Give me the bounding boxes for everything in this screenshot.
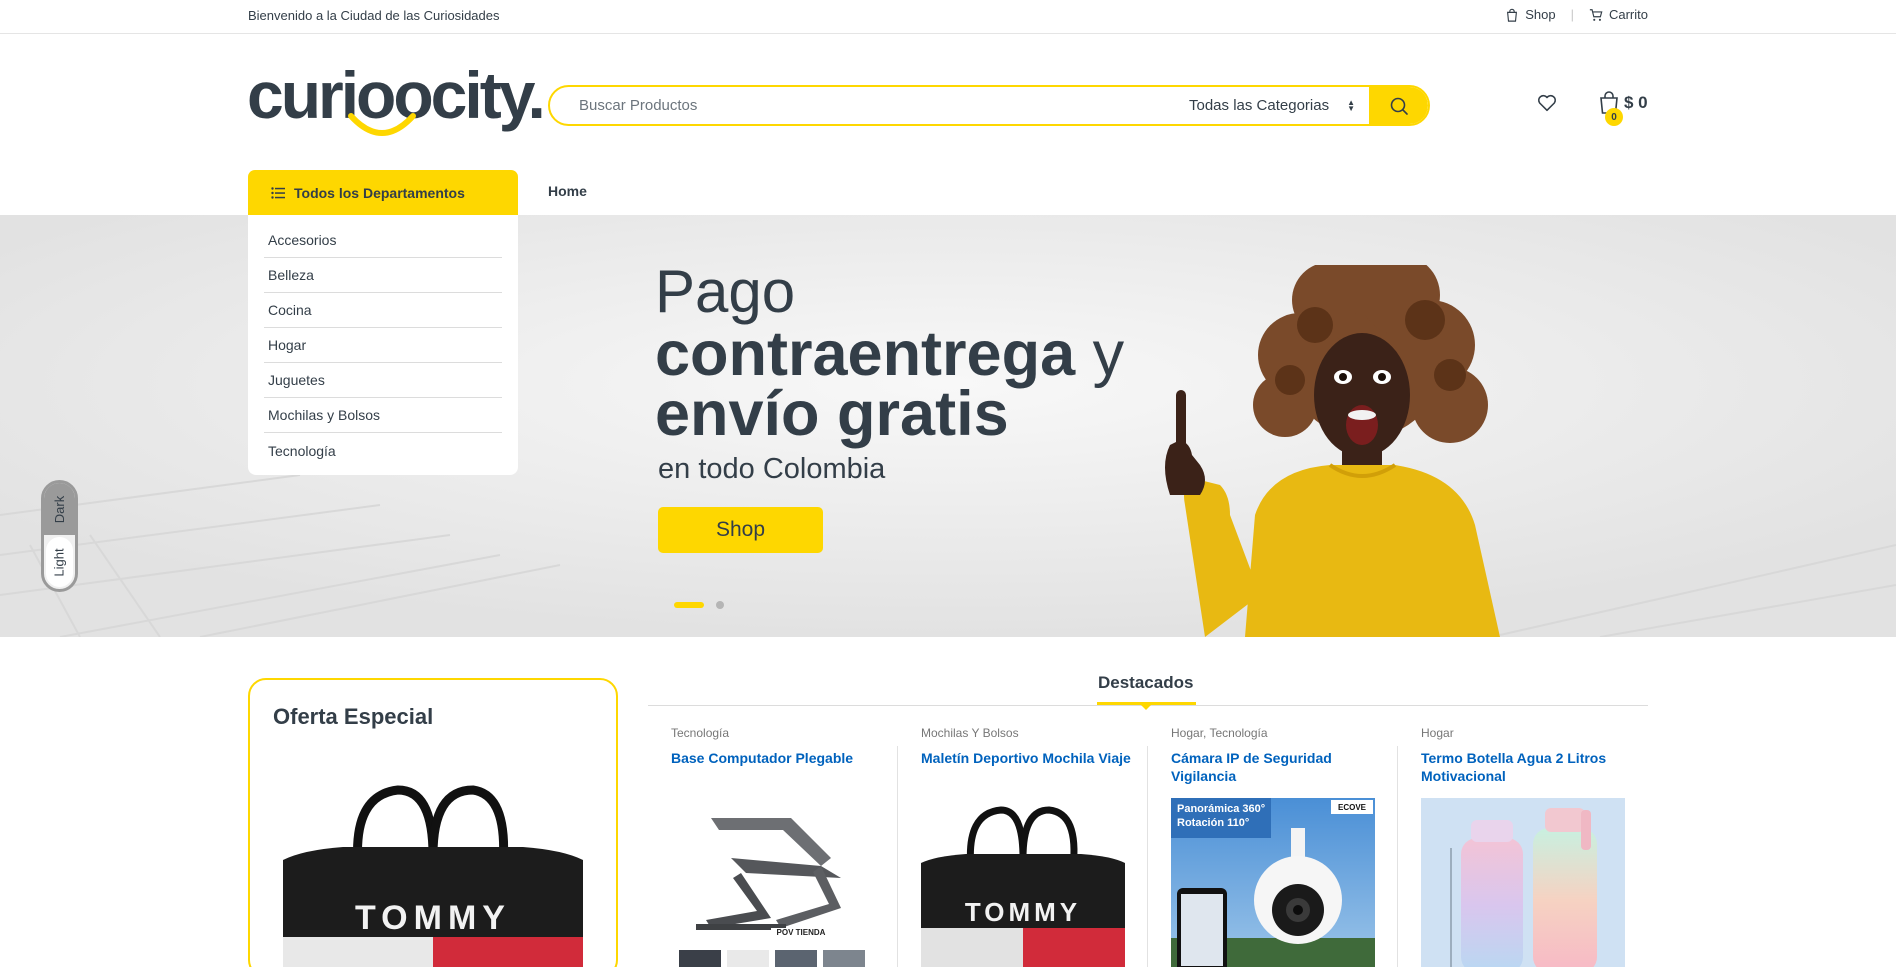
- camera-brand-text: ECOVE: [1338, 803, 1367, 812]
- product-name[interactable]: Termo Botella Agua 2 Litros Motivacional: [1421, 749, 1647, 785]
- product-divider: [1397, 746, 1398, 967]
- hero-shop-button[interactable]: Shop: [658, 507, 823, 553]
- tab-caret-icon: [1141, 705, 1151, 710]
- product-name[interactable]: Maletín Deportivo Mochila Viaje: [921, 749, 1147, 785]
- product-divider: [1147, 746, 1148, 967]
- theme-toggle: Dark Light: [41, 480, 78, 592]
- shop-link[interactable]: Shop: [1505, 7, 1556, 22]
- product-divider: [897, 746, 898, 967]
- department-item[interactable]: Hogar: [264, 328, 502, 363]
- special-offer-card[interactable]: Oferta Especial TOMMY: [248, 678, 618, 967]
- slider-dot-active[interactable]: [674, 602, 704, 608]
- product-category: Mochilas Y Bolsos: [921, 726, 1019, 740]
- product-category: Tecnología: [671, 726, 730, 740]
- departments-menu: Accesorios Belleza Cocina Hogar Juguetes…: [248, 215, 518, 475]
- tommy-bag-image: TOMMY: [283, 785, 583, 967]
- theme-dark-option[interactable]: Dark: [44, 483, 75, 535]
- bag-brand-text: TOMMY: [965, 897, 1081, 927]
- theme-light-option[interactable]: Light: [46, 537, 73, 587]
- search-icon: [1390, 97, 1408, 115]
- department-item[interactable]: Juguetes: [264, 363, 502, 398]
- top-links: Shop | Carrito: [1505, 7, 1648, 22]
- hero-slider-dots: [674, 601, 724, 609]
- shop-link-label: Shop: [1525, 7, 1556, 22]
- select-arrows-icon: ▲ ▼: [1347, 97, 1355, 113]
- product-card[interactable]: Mochilas Y Bolsos Maletín Deportivo Moch…: [921, 726, 1147, 967]
- cart-icon: [1589, 8, 1603, 21]
- product-card[interactable]: Hogar Termo Botella Agua 2 Litros Motiva…: [1421, 726, 1647, 967]
- hero-line-3: envío gratis: [655, 379, 1009, 449]
- product-category: Hogar: [1421, 726, 1454, 740]
- category-select[interactable]: Todas las Categorias ▲ ▼: [1189, 87, 1369, 124]
- cart-link[interactable]: Carrito: [1589, 7, 1648, 22]
- top-bar: Bienvenido a la Ciudad de las Curiosidad…: [0, 0, 1896, 34]
- list-icon: [271, 186, 285, 199]
- department-item[interactable]: Cocina: [264, 293, 502, 328]
- cart-link-label: Carrito: [1608, 7, 1648, 22]
- department-item[interactable]: Mochilas y Bolsos: [264, 398, 502, 433]
- top-links-separator: |: [1570, 7, 1574, 22]
- theme-dark-label: Dark: [51, 495, 67, 523]
- cart-bag: 0: [1598, 91, 1623, 126]
- wishlist-heart-icon[interactable]: [1536, 92, 1558, 114]
- shopping-bag-icon: [1507, 8, 1518, 22]
- product-card[interactable]: Tecnología Base Computador Plegable POV …: [671, 726, 897, 967]
- site-logo[interactable]: curioocity.: [247, 62, 546, 146]
- product-card[interactable]: Hogar, Tecnología Cámara IP de Seguridad…: [1171, 726, 1397, 967]
- water-bottle-image: [1421, 798, 1625, 967]
- logo-smile-icon: [348, 113, 416, 136]
- hero-woman-image: [1165, 265, 1500, 637]
- hero-subtitle: en todo Colombia: [658, 453, 886, 485]
- search-input[interactable]: [550, 87, 1189, 124]
- tommy-bag-image: TOMMY: [921, 798, 1125, 967]
- tab-destacados[interactable]: Destacados: [1098, 673, 1193, 693]
- camera-overlay-line-2: Rotación 110°: [1177, 817, 1249, 829]
- all-departments-button[interactable]: Todos los Departamentos: [248, 170, 518, 215]
- security-camera-image: Panorámica 360° Rotación 110° ECOVE: [1171, 798, 1375, 967]
- all-departments-label: Todos los Departamentos: [294, 184, 465, 201]
- welcome-text: Bienvenido a la Ciudad de las Curiosidad…: [248, 8, 500, 23]
- search-bar: Todas las Categorias ▲▼: [548, 85, 1430, 126]
- category-select-value: Todas las Categorias: [1189, 97, 1330, 114]
- search-button[interactable]: [1369, 87, 1428, 124]
- stand-brand-text: POV TIENDA: [777, 928, 826, 937]
- slider-dot[interactable]: [716, 601, 724, 609]
- laptop-stand-image: POV TIENDA: [671, 798, 875, 967]
- camera-overlay-line-1: Panorámica 360°: [1177, 803, 1265, 815]
- product-name[interactable]: Base Computador Plegable: [671, 749, 897, 785]
- nav-home-link[interactable]: Home: [548, 183, 587, 199]
- header-cart[interactable]: 0 $ 0: [1598, 91, 1648, 126]
- hero-line-1: Pago: [655, 258, 796, 325]
- product-category: Hogar, Tecnología: [1171, 726, 1268, 740]
- special-offer-title: Oferta Especial: [273, 704, 434, 729]
- department-item[interactable]: Tecnología: [264, 433, 502, 468]
- product-name[interactable]: Cámara IP de Seguridad Vigilancia: [1171, 749, 1397, 785]
- cart-count-badge: 0: [1605, 108, 1623, 126]
- department-item[interactable]: Belleza: [264, 258, 502, 293]
- cart-total: $ 0: [1624, 93, 1648, 112]
- featured-tabs: Destacados: [648, 670, 1648, 710]
- theme-light-label: Light: [52, 547, 68, 577]
- bag-brand-text: TOMMY: [355, 899, 511, 937]
- department-item[interactable]: Accesorios: [264, 223, 502, 258]
